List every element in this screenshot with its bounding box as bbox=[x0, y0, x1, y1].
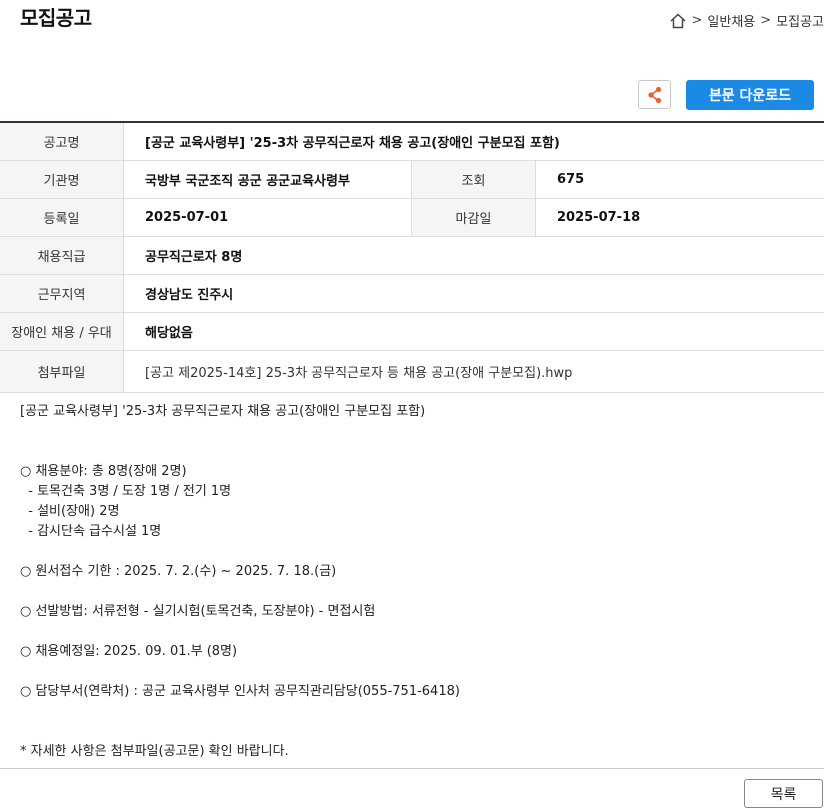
breadcrumb-separator: > bbox=[691, 13, 703, 28]
page-title: 모집공고 bbox=[20, 6, 92, 30]
body-line: - 토목건축 3명 / 도장 1명 / 전기 1명 bbox=[20, 484, 232, 499]
body-line: ○ 채용분야: 총 8명(장애 2명) bbox=[20, 464, 187, 479]
views-label: 조회 bbox=[411, 160, 536, 199]
body-line: [공군 교육사령부] '25-3차 공무직근로자 채용 공고(장애인 구분모집 … bbox=[20, 404, 426, 419]
body-line: - 감시단속 급수시설 1명 bbox=[20, 524, 162, 539]
body-line: ○ 담당부서(연락처) : 공군 교육사령부 인사처 공무직관리담당(055-7… bbox=[20, 684, 460, 699]
grade-value: 공무직근로자 8명 bbox=[123, 236, 824, 275]
home-icon[interactable] bbox=[669, 12, 687, 30]
region-label: 근무지역 bbox=[0, 274, 124, 313]
views-value: 675 bbox=[535, 160, 824, 199]
body-line: ○ 원서접수 기한 : 2025. 7. 2.(수) ~ 2025. 7. 18… bbox=[20, 564, 337, 579]
list-button[interactable]: 목록 bbox=[744, 779, 823, 808]
region-value: 경상남도 진주시 bbox=[123, 274, 824, 313]
body-line bbox=[20, 542, 460, 562]
body-line: * 자세한 사항은 첨부파일(공고문) 확인 바랍니다. bbox=[20, 744, 289, 759]
title-label: 공고명 bbox=[0, 122, 124, 161]
body-line bbox=[20, 422, 460, 442]
grade-label: 채용직급 bbox=[0, 236, 124, 275]
share-icon bbox=[647, 86, 661, 103]
body-line: ○ 선발방법: 서류전형 - 실기시험(토목건축, 도장분야) - 면접시험 bbox=[20, 604, 376, 619]
agency-label: 기관명 bbox=[0, 160, 124, 199]
body-line bbox=[20, 702, 460, 722]
attachment-label: 첨부파일 bbox=[0, 350, 124, 393]
body-line bbox=[20, 662, 460, 682]
body-line bbox=[20, 582, 460, 602]
reg-date-value: 2025-07-01 bbox=[123, 198, 412, 237]
breadcrumb-separator: > bbox=[760, 13, 772, 28]
disabled-hire-label: 장애인 채용 / 우대 bbox=[0, 312, 124, 351]
body-line bbox=[20, 622, 460, 642]
notice-info-table: 공고명 [공군 교육사령부] '25-3차 공무직근로자 채용 공고(장애인 구… bbox=[0, 121, 824, 393]
deadline-label: 마감일 bbox=[411, 198, 536, 237]
download-body-button[interactable]: 본문 다운로드 bbox=[686, 80, 814, 110]
body-line bbox=[20, 442, 460, 462]
agency-value: 국방부 국군조직 공군 공군교육사령부 bbox=[123, 160, 412, 199]
body-line: ○ 채용예정일: 2025. 09. 01.부 (8명) bbox=[20, 644, 238, 659]
reg-date-label: 등록일 bbox=[0, 198, 124, 237]
deadline-value: 2025-07-18 bbox=[535, 198, 824, 237]
divider bbox=[0, 768, 824, 769]
attachment-link[interactable]: [공고 제2025-14호] 25-3차 공무직근로자 등 채용 공고(장애 구… bbox=[123, 350, 824, 393]
breadcrumb-item-notice[interactable]: 모집공고 bbox=[776, 11, 824, 30]
share-button[interactable] bbox=[638, 80, 671, 109]
disabled-hire-value: 해당없음 bbox=[123, 312, 824, 351]
body-line: - 설비(장애) 2명 bbox=[20, 504, 120, 519]
breadcrumb: > 일반채용 > 모집공고 bbox=[669, 11, 824, 30]
breadcrumb-item-general-recruit[interactable]: 일반채용 bbox=[707, 11, 755, 30]
title-value: [공군 교육사령부] '25-3차 공무직근로자 채용 공고(장애인 구분모집 … bbox=[123, 122, 824, 161]
notice-body: [공군 교육사령부] '25-3차 공무직근로자 채용 공고(장애인 구분모집 … bbox=[20, 402, 460, 762]
body-line bbox=[20, 722, 460, 742]
